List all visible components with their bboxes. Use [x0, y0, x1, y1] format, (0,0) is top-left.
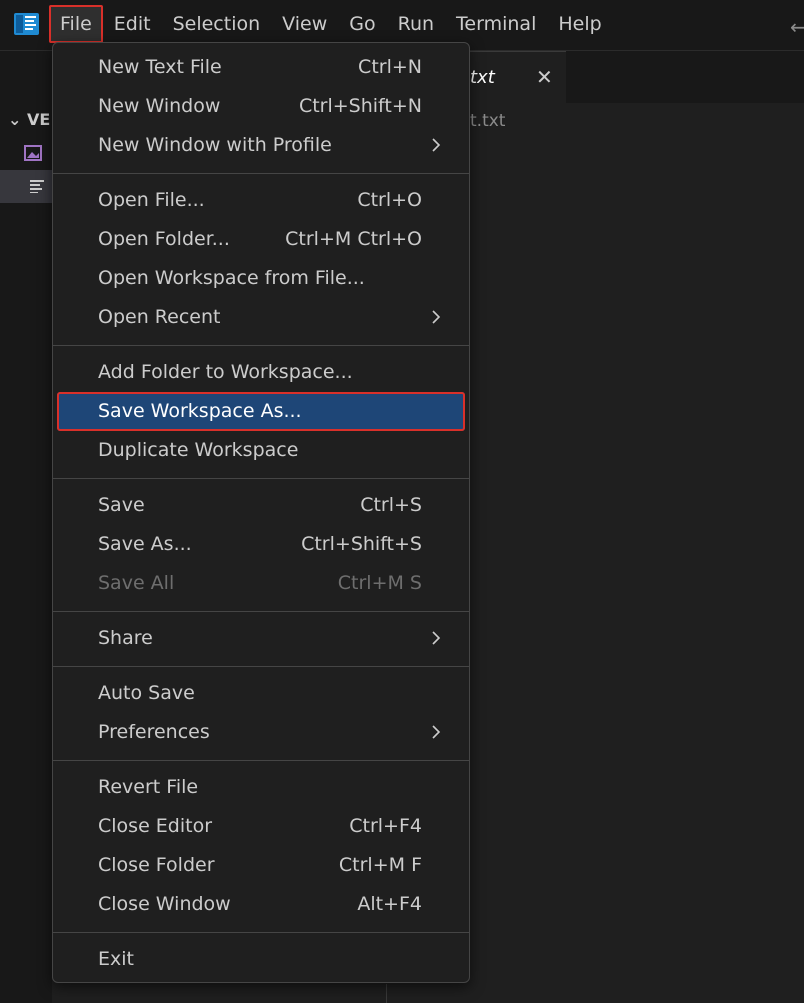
menu-separator	[53, 666, 469, 667]
menu-item-label: New Window with Profile	[98, 134, 332, 156]
menu-bar: File Edit Selection View Go Run Terminal Help	[49, 5, 613, 43]
menu-item-open-workspace-from-file[interactable]: Open Workspace from File...	[57, 259, 465, 298]
menu-item-new-window[interactable]: New Window Ctrl+Shift+N	[57, 87, 465, 126]
image-file-icon[interactable]	[24, 145, 42, 161]
chevron-right-icon	[432, 631, 441, 645]
menu-terminal[interactable]: Terminal	[445, 5, 547, 43]
menu-item-add-folder-to-workspace[interactable]: Add Folder to Workspace...	[57, 353, 465, 392]
menu-separator	[53, 478, 469, 479]
menu-item-label: Exit	[98, 948, 134, 970]
menu-item-exit[interactable]: Exit	[57, 940, 465, 979]
menu-item-label: New Window	[98, 95, 221, 117]
menu-item-label: Share	[98, 627, 153, 649]
chevron-right-icon	[432, 310, 441, 324]
menu-selection[interactable]: Selection	[162, 5, 272, 43]
menu-separator	[53, 173, 469, 174]
menu-item-label: Save	[98, 494, 145, 516]
menu-item-label: Save All	[98, 572, 175, 594]
menu-item-label: New Text File	[98, 56, 222, 78]
menu-item-open-recent[interactable]: Open Recent	[57, 298, 465, 337]
menu-item-label: Revert File	[98, 776, 199, 798]
menu-item-label: Duplicate Workspace	[98, 439, 299, 461]
menu-item-shortcut: Ctrl+M S	[337, 572, 422, 594]
back-arrow-icon[interactable]: ←	[790, 15, 804, 39]
menu-separator	[53, 760, 469, 761]
menu-item-label: Close Editor	[98, 815, 213, 837]
menu-item-open-folder[interactable]: Open Folder... Ctrl+M Ctrl+O	[57, 220, 465, 259]
breadcrumb[interactable]: t.txt	[470, 111, 505, 131]
explorer-section-header[interactable]: ⌄ VE	[8, 110, 50, 129]
menu-item-close-editor[interactable]: Close Editor Ctrl+F4	[57, 807, 465, 846]
menu-item-label: Add Folder to Workspace...	[98, 361, 353, 383]
menu-item-close-folder[interactable]: Close Folder Ctrl+M F	[57, 846, 465, 885]
panel-divider	[386, 984, 387, 1003]
close-icon[interactable]: ✕	[536, 65, 553, 89]
menu-run[interactable]: Run	[387, 5, 445, 43]
explorer-item-text-file[interactable]	[0, 170, 52, 203]
menu-help[interactable]: Help	[547, 5, 612, 43]
menu-item-save-as[interactable]: Save As... Ctrl+Shift+S	[57, 525, 465, 564]
menu-separator	[53, 932, 469, 933]
menu-item-shortcut: Ctrl+Shift+S	[301, 533, 422, 555]
menu-item-label: Open Folder...	[98, 228, 230, 250]
chevron-right-icon	[432, 725, 441, 739]
editor-tab[interactable]: txt ✕	[470, 51, 566, 103]
menu-item-shortcut: Ctrl+O	[357, 189, 422, 211]
menu-item-shortcut: Ctrl+S	[360, 494, 422, 516]
menu-item-label: Open Recent	[98, 306, 221, 328]
vscode-logo-icon	[14, 13, 39, 35]
menu-item-label: Save Workspace As...	[98, 400, 302, 422]
tab-label: txt	[470, 67, 495, 88]
chevron-down-icon: ⌄	[8, 110, 22, 129]
menu-item-shortcut: Ctrl+N	[358, 56, 422, 78]
menu-item-save-workspace-as[interactable]: Save Workspace As...	[57, 392, 465, 431]
menu-item-shortcut: Ctrl+M F	[338, 854, 422, 876]
menu-item-open-file[interactable]: Open File... Ctrl+O	[57, 181, 465, 220]
menu-item-label: Close Window	[98, 893, 231, 915]
menu-item-label: Save As...	[98, 533, 192, 555]
explorer-header-label: VE	[26, 110, 51, 129]
menu-item-revert-file[interactable]: Revert File	[57, 768, 465, 807]
menu-item-duplicate-workspace[interactable]: Duplicate Workspace	[57, 431, 465, 470]
menu-edit[interactable]: Edit	[103, 5, 162, 43]
menu-item-shortcut: Alt+F4	[357, 893, 422, 915]
menu-view[interactable]: View	[271, 5, 338, 43]
editor-tab-bar: txt ✕	[470, 51, 804, 103]
chevron-right-icon	[432, 138, 441, 152]
menu-item-share[interactable]: Share	[57, 619, 465, 658]
menu-item-label: Close Folder	[98, 854, 215, 876]
menu-separator	[53, 611, 469, 612]
menu-item-label: Open Workspace from File...	[98, 267, 365, 289]
menu-item-label: Auto Save	[98, 682, 195, 704]
menu-item-preferences[interactable]: Preferences	[57, 713, 465, 752]
menu-go[interactable]: Go	[338, 5, 386, 43]
menu-item-auto-save[interactable]: Auto Save	[57, 674, 465, 713]
menu-item-shortcut: Ctrl+F4	[349, 815, 422, 837]
menu-item-label: Preferences	[98, 721, 210, 743]
menu-item-close-window[interactable]: Close Window Alt+F4	[57, 885, 465, 924]
menu-item-new-text-file[interactable]: New Text File Ctrl+N	[57, 48, 465, 87]
text-file-icon	[30, 180, 44, 193]
file-menu-dropdown: New Text File Ctrl+N New Window Ctrl+Shift+…	[52, 42, 470, 983]
menu-item-shortcut: Ctrl+Shift+N	[298, 95, 422, 117]
menu-item-save-all[interactable]: Save All Ctrl+M S	[57, 564, 465, 603]
menu-item-label: Open File...	[98, 189, 205, 211]
menu-separator	[53, 345, 469, 346]
menu-item-new-window-with-profile[interactable]: New Window with Profile	[57, 126, 465, 165]
menu-file[interactable]: File	[49, 5, 103, 43]
menu-item-shortcut: Ctrl+M Ctrl+O	[285, 228, 422, 250]
menu-item-save[interactable]: Save Ctrl+S	[57, 486, 465, 525]
